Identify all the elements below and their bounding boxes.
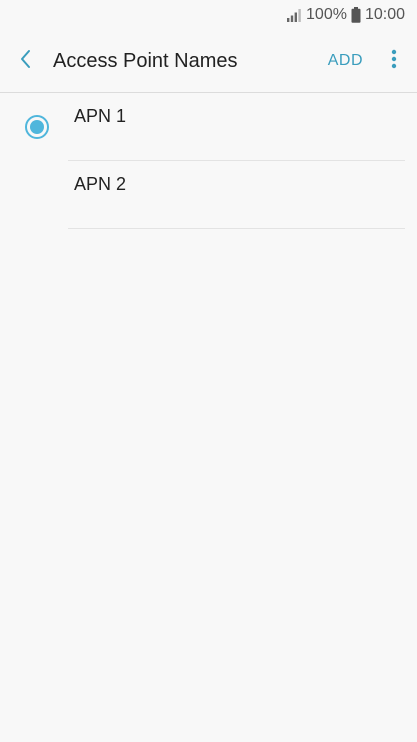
radio-button-selected[interactable]: [24, 114, 50, 140]
apn-item-1[interactable]: APN 1: [0, 93, 417, 161]
apn-label: APN 2: [74, 174, 127, 194]
back-button[interactable]: [0, 30, 52, 92]
more-vertical-icon: [391, 49, 397, 74]
more-options-button[interactable]: [377, 30, 411, 92]
apn-list: APN 1 APN 2: [0, 93, 417, 229]
apn-label: APN 1: [74, 106, 127, 126]
chevron-left-icon: [19, 49, 33, 74]
battery-icon: [351, 7, 361, 23]
add-button[interactable]: ADD: [314, 30, 377, 92]
status-bar: 100% 10:00: [0, 0, 417, 30]
divider: [68, 228, 405, 229]
page-title: Access Point Names: [53, 49, 238, 72]
apn-item-2[interactable]: APN 2: [0, 161, 417, 229]
app-bar: Access Point Names ADD: [0, 30, 417, 93]
screen: 100% 10:00 Access Point Names ADD APN 1 …: [0, 0, 417, 742]
signal-icon: [286, 8, 302, 22]
battery-percentage: 100%: [306, 6, 347, 23]
clock: 10:00: [364, 6, 405, 23]
